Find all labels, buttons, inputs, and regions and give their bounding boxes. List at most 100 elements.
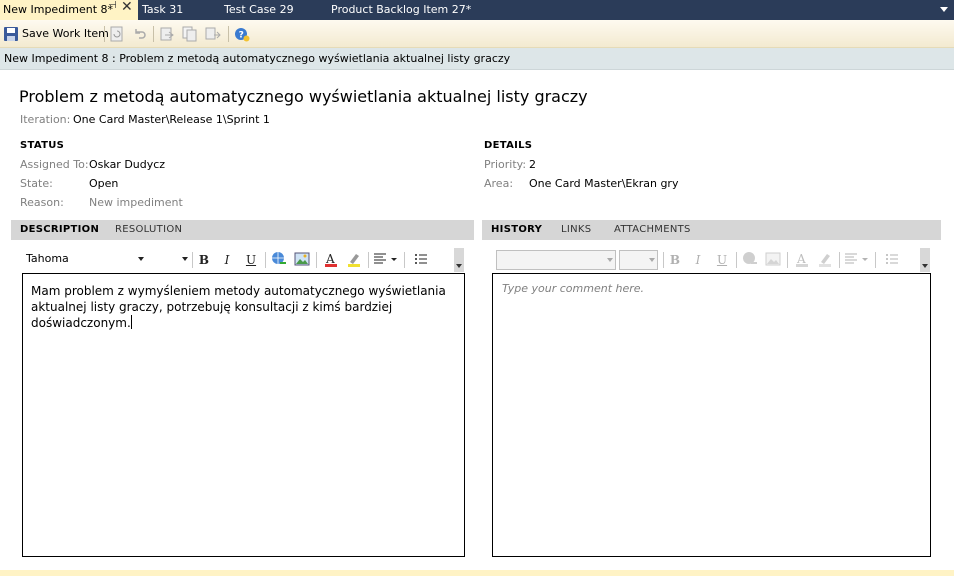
- bullet-list-icon: [886, 254, 898, 264]
- state-field[interactable]: Open: [89, 177, 118, 190]
- underline-button[interactable]: U: [713, 251, 731, 269]
- text-caret: [130, 315, 132, 329]
- assigned-to-label: Assigned To:: [20, 158, 89, 171]
- reason-field[interactable]: New impediment: [89, 196, 183, 209]
- svg-text:A: A: [325, 252, 335, 266]
- chevron-down-icon: [138, 257, 144, 261]
- italic-button[interactable]: I: [689, 251, 707, 269]
- tab-history[interactable]: HISTORY: [491, 220, 542, 240]
- svg-text:?: ?: [239, 31, 244, 41]
- tab-label: New Impediment 8*: [3, 3, 113, 16]
- highlight-button[interactable]: [345, 251, 363, 269]
- toolbar-overflow-button[interactable]: [454, 248, 464, 272]
- close-icon[interactable]: ✕: [121, 0, 133, 15]
- tab-product-backlog-item-27[interactable]: Product Backlog Item 27*: [328, 0, 471, 20]
- undo-button[interactable]: [132, 24, 148, 44]
- bullet-list-button[interactable]: [412, 251, 430, 269]
- format-separator: [663, 252, 664, 268]
- font-size-select[interactable]: [619, 250, 658, 270]
- toolbar-separator: [153, 26, 154, 42]
- bold-button[interactable]: B: [195, 251, 213, 269]
- align-left-icon: [845, 253, 868, 264]
- details-heading: DETAILS: [484, 140, 533, 151]
- insert-hyperlink-button[interactable]: [270, 251, 288, 269]
- description-panel-tabs: DESCRIPTION RESOLUTION: [11, 220, 474, 240]
- format-separator: [875, 252, 876, 268]
- font-size-select[interactable]: [148, 250, 188, 270]
- area-field[interactable]: One Card Master\Ekran gry: [529, 177, 678, 190]
- highlight-button[interactable]: [816, 251, 834, 269]
- save-icon: [3, 26, 19, 42]
- undo-icon: [132, 26, 148, 42]
- align-dropdown-button[interactable]: [843, 251, 869, 269]
- chevron-down-icon: [649, 258, 655, 262]
- save-work-item-label: Save Work Item: [22, 27, 109, 40]
- help-icon: ?: [234, 26, 250, 42]
- new-linked-item-button[interactable]: [159, 24, 175, 44]
- format-separator: [839, 252, 840, 268]
- chevron-down-icon: [607, 258, 613, 262]
- tab-links[interactable]: LINKS: [561, 220, 591, 240]
- state-label: State:: [20, 177, 53, 190]
- priority-field[interactable]: 2: [529, 158, 536, 171]
- toolbar-separator: [228, 26, 229, 42]
- format-separator: [192, 252, 193, 268]
- image-icon: [765, 252, 781, 266]
- format-separator: [787, 252, 788, 268]
- align-left-icon: [374, 253, 397, 264]
- font-color-icon: A: [796, 252, 808, 267]
- tab-overflow-chevron-icon[interactable]: [940, 7, 948, 12]
- format-separator: [736, 252, 737, 268]
- image-icon: [294, 252, 310, 266]
- insert-hyperlink-button[interactable]: [741, 251, 759, 269]
- underline-button[interactable]: U: [242, 251, 260, 269]
- tab-resolution[interactable]: RESOLUTION: [115, 220, 182, 240]
- description-text: Mam problem z wymyśleniem metody automat…: [31, 283, 454, 331]
- pin-icon[interactable]: ⊣: [108, 0, 117, 11]
- bullet-list-button[interactable]: [883, 251, 901, 269]
- tab-task-31[interactable]: Task 31: [139, 0, 183, 20]
- format-separator: [404, 252, 405, 268]
- tab-new-impediment-8[interactable]: New Impediment 8*: [0, 0, 138, 20]
- link-button[interactable]: [205, 24, 221, 44]
- font-name-select[interactable]: Tahoma: [22, 250, 144, 270]
- tab-test-case-29[interactable]: Test Case 29: [221, 0, 294, 20]
- tab-attachments[interactable]: ATTACHMENTS: [614, 220, 691, 240]
- tab-label: Task 31: [142, 3, 184, 16]
- format-separator: [368, 252, 369, 268]
- status-strip: [0, 570, 954, 576]
- italic-button[interactable]: I: [218, 251, 236, 269]
- refresh-button[interactable]: [109, 24, 125, 44]
- save-work-item-button[interactable]: Save Work Item: [3, 24, 109, 44]
- description-content: Mam problem z wymyśleniem metody automat…: [31, 284, 446, 330]
- copy-work-item-button[interactable]: [182, 24, 198, 44]
- font-color-button[interactable]: A: [793, 251, 811, 269]
- chevron-down-icon: [182, 257, 188, 261]
- tab-label: Test Case 29: [224, 3, 294, 16]
- help-button[interactable]: ?: [234, 24, 250, 44]
- insert-image-button[interactable]: [764, 251, 782, 269]
- font-color-button[interactable]: A: [322, 251, 340, 269]
- insert-image-button[interactable]: [293, 251, 311, 269]
- work-item-title[interactable]: Problem z metodą automatycznego wyświetl…: [19, 87, 588, 106]
- font-name-select[interactable]: [496, 250, 616, 270]
- description-editor[interactable]: Mam problem z wymyśleniem metody automat…: [22, 273, 465, 557]
- assigned-to-field[interactable]: Oskar Dudycz: [89, 158, 165, 171]
- globe-link-icon: [743, 252, 757, 264]
- svg-text:A: A: [796, 252, 806, 266]
- globe-link-icon: [272, 252, 286, 264]
- bold-button[interactable]: B: [666, 251, 684, 269]
- comment-placeholder: Type your comment here.: [502, 282, 645, 295]
- align-dropdown-button[interactable]: [372, 251, 398, 269]
- work-item-subtitle-bar: New Impediment 8 : Problem z metodą auto…: [0, 48, 954, 70]
- tab-description[interactable]: DESCRIPTION: [20, 220, 99, 240]
- format-separator: [265, 252, 266, 268]
- bullet-list-icon: [415, 254, 427, 264]
- highlight-icon: [819, 254, 831, 267]
- toolbar-overflow-button[interactable]: [920, 248, 930, 272]
- history-comment-editor[interactable]: Type your comment here.: [492, 273, 931, 557]
- document-tab-strip: New Impediment 8* ⊣ ✕ Task 31 Test Case …: [0, 0, 954, 20]
- iteration-field[interactable]: One Card Master\Release 1\Sprint 1: [73, 113, 270, 126]
- reason-label: Reason:: [20, 196, 64, 209]
- font-name-value: Tahoma: [26, 252, 69, 265]
